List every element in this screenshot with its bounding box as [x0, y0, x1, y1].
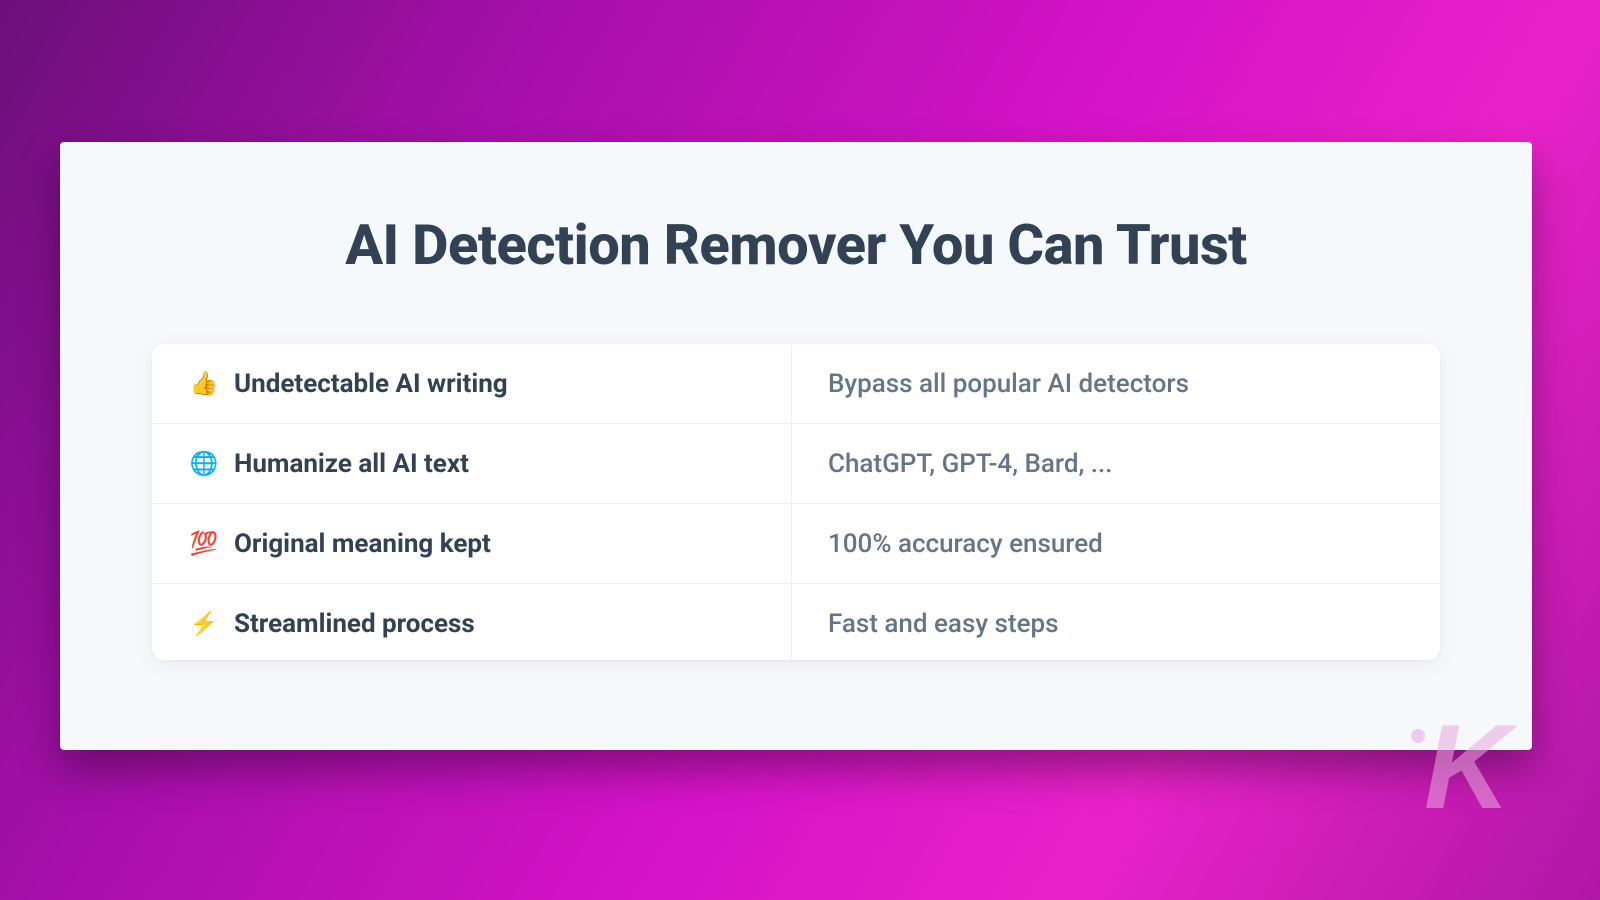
- content-card: AI Detection Remover You Can Trust 👍 Und…: [60, 142, 1532, 750]
- feature-description: ChatGPT, GPT-4, Bard, ...: [792, 449, 1440, 479]
- feature-label: Original meaning kept: [234, 529, 491, 559]
- table-row: 💯 Original meaning kept 100% accuracy en…: [152, 504, 1440, 584]
- feature-description: 100% accuracy ensured: [792, 529, 1440, 559]
- table-row: ⚡ Streamlined process Fast and easy step…: [152, 584, 1440, 660]
- thumbs-up-icon: 👍: [190, 370, 218, 398]
- bolt-icon: ⚡: [190, 610, 218, 638]
- feature-description: Bypass all popular AI detectors: [792, 369, 1440, 399]
- feature-cell: 👍 Undetectable AI writing: [152, 344, 792, 423]
- table-row: 🌐 Humanize all AI text ChatGPT, GPT-4, B…: [152, 424, 1440, 504]
- feature-label: Humanize all AI text: [234, 449, 469, 479]
- globe-icon: 🌐: [190, 450, 218, 478]
- feature-description: Fast and easy steps: [792, 609, 1440, 639]
- table-row: 👍 Undetectable AI writing Bypass all pop…: [152, 344, 1440, 424]
- feature-cell: 🌐 Humanize all AI text: [152, 424, 792, 503]
- page-title: AI Detection Remover You Can Trust: [60, 142, 1532, 278]
- feature-label: Streamlined process: [234, 609, 475, 639]
- feature-cell: ⚡ Streamlined process: [152, 584, 792, 660]
- feature-table: 👍 Undetectable AI writing Bypass all pop…: [152, 344, 1440, 660]
- feature-label: Undetectable AI writing: [234, 369, 508, 399]
- hundred-icon: 💯: [190, 530, 218, 558]
- feature-cell: 💯 Original meaning kept: [152, 504, 792, 583]
